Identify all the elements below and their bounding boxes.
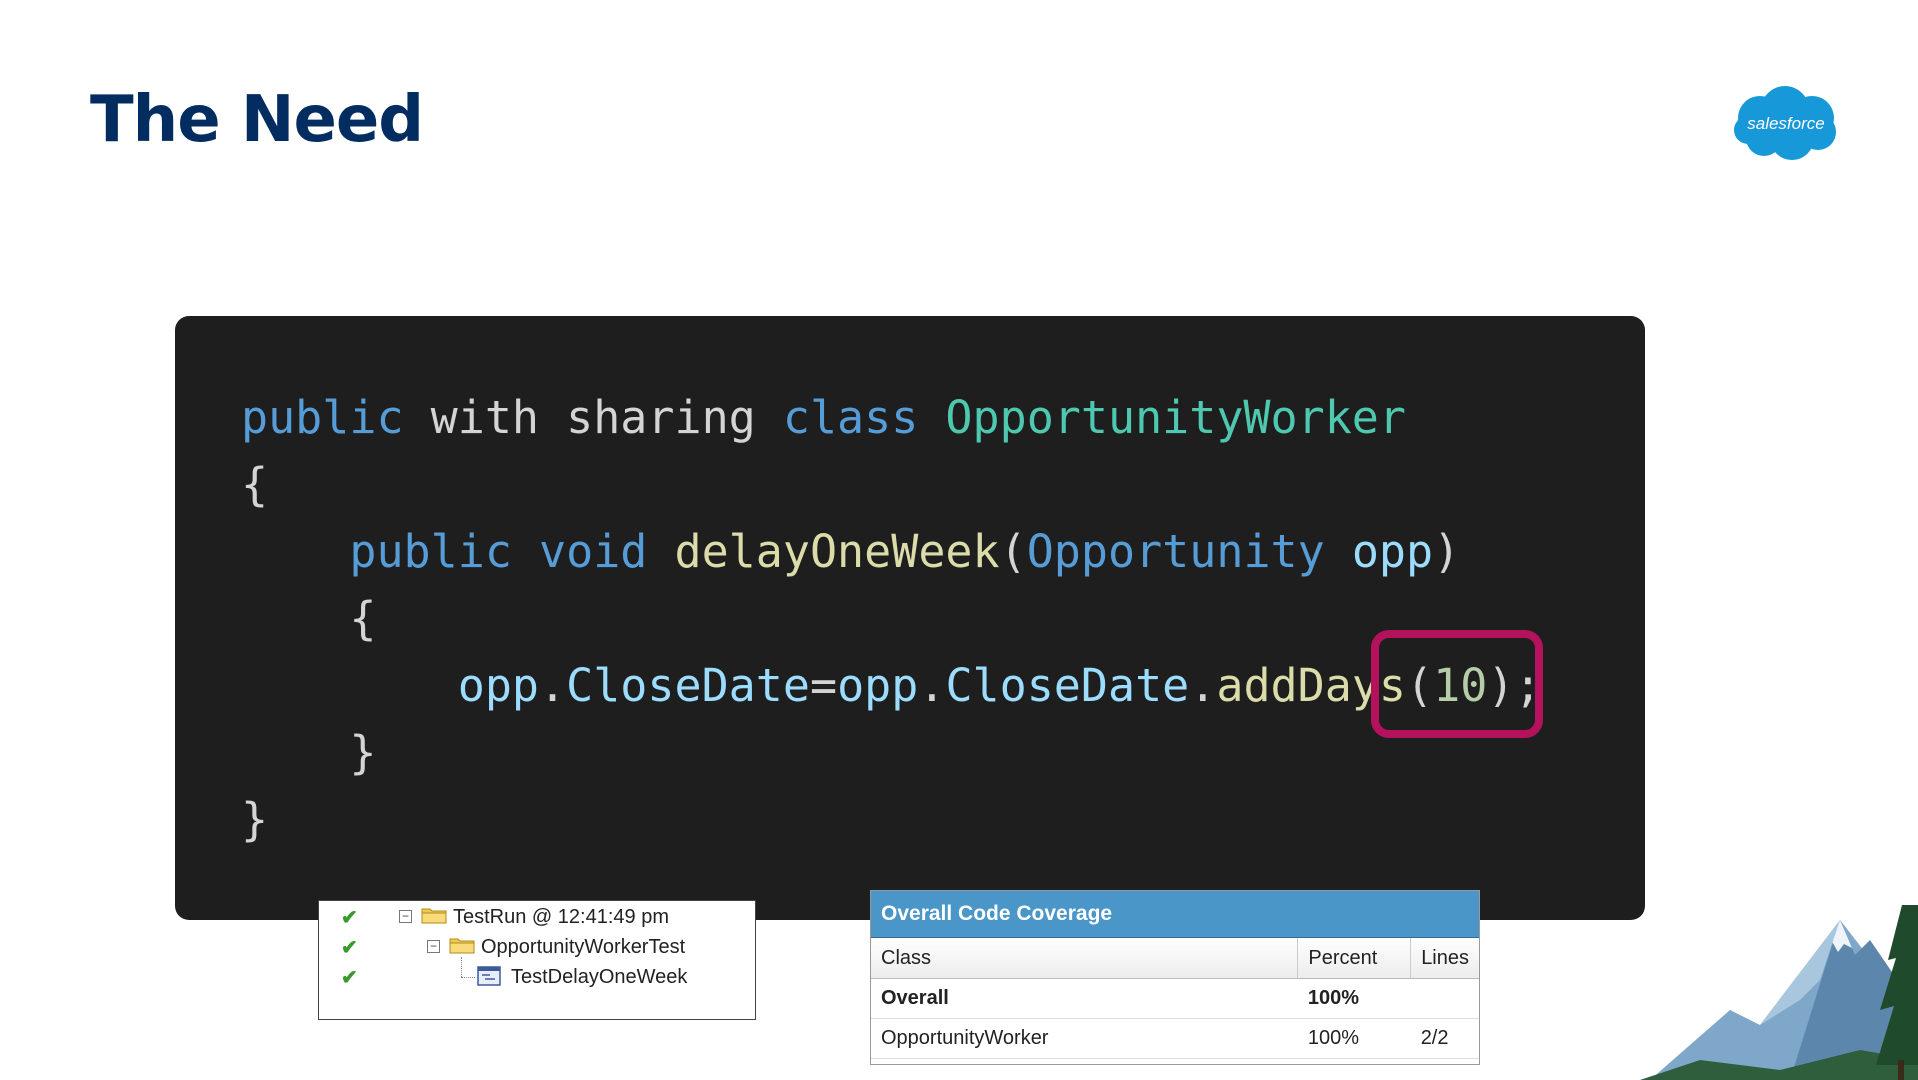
collapse-icon[interactable]: − [399,910,412,923]
cell-lines: 2/2 [1410,1018,1479,1059]
cell-class: OpportunityWorker [871,1018,1298,1059]
code-line: } [241,786,1542,853]
code-token: opp [837,659,919,712]
coverage-header-row: Class Percent Lines [871,938,1479,979]
check-icon: ✔ [341,937,358,959]
code-line: opp.CloseDate=opp.CloseDate.addDays(10); [241,652,1542,719]
folder-icon [449,938,475,954]
cell-class: Overall [871,978,1298,1019]
tree-row-test-method[interactable]: ✔ TestDelayOneWeek [319,957,755,991]
method-icon [477,966,501,986]
cell-lines [1410,978,1479,1019]
highlight-box [1371,630,1543,738]
code-panel: public with sharing class OpportunityWor… [175,316,1645,920]
tree-label-test-class: OpportunityWorkerTest [481,936,686,958]
code-line: { [241,451,1542,518]
table-row[interactable]: Overall 100% [871,978,1479,1019]
tree-connector [461,977,475,978]
logo-text: salesforce [1747,114,1824,133]
column-header-lines[interactable]: Lines [1410,938,1479,979]
check-icon: ✔ [341,967,358,989]
tree-connector [461,957,462,977]
code-token: public [349,525,512,578]
code-token: ) [1433,525,1461,578]
coverage-table: Class Percent Lines Overall 100% Opportu… [871,938,1479,1059]
code-line: public void delayOneWeek(Opportunity opp… [241,518,1542,585]
code-token: opp [1351,525,1434,578]
code-token: opp [457,659,540,712]
cell-percent: 100% [1297,978,1411,1019]
code-token: Opportunity [1026,525,1325,578]
slide-title: The Need [90,83,424,157]
code-token: . [1189,659,1217,712]
collapse-icon[interactable]: − [427,940,440,953]
column-header-percent[interactable]: Percent [1297,938,1412,979]
code-token: . [539,659,567,712]
tree-row-test-class[interactable]: ✔ − OpportunityWorkerTest [319,931,755,961]
code-token: class [782,391,919,444]
test-tree-panel: ✔ − TestRun @ 12:41:49 pm ✔ − Opportunit… [318,900,756,1020]
code-token: } [241,726,377,779]
code-token: { [241,458,269,511]
folder-icon [421,908,447,924]
code-line: public with sharing class OpportunityWor… [241,384,1542,451]
tree-label-testrun: TestRun @ 12:41:49 pm [453,906,669,928]
column-header-class[interactable]: Class [871,938,1299,979]
cell-percent: 100% [1297,1018,1411,1059]
code-token: { [241,592,377,645]
coverage-header: Overall Code Coverage [871,891,1479,938]
code-token: with sharing [403,391,783,444]
code-token: void [539,525,648,578]
code-token: OpportunityWorker [945,391,1406,444]
code-token: } [241,793,269,846]
code-token: CloseDate [945,659,1190,712]
code-token: public [241,391,404,444]
salesforce-logo: salesforce [1734,86,1836,160]
code-block: public with sharing class OpportunityWor… [241,384,1542,853]
code-token: = [809,659,838,712]
table-row[interactable]: OpportunityWorker 100% 2/2 [871,1018,1479,1059]
tree-row-testrun[interactable]: ✔ − TestRun @ 12:41:49 pm [319,901,755,931]
code-coverage-panel: Overall Code Coverage Class Percent Line… [870,890,1480,1065]
code-line: { [241,585,1542,652]
code-token: delayOneWeek [674,525,1000,578]
code-line: } [241,719,1542,786]
tree-label-test-method: TestDelayOneWeek [511,966,688,988]
code-token: . [918,659,946,712]
code-token: ( [999,525,1027,578]
mountain-illustration [1640,905,1918,1080]
code-token: CloseDate [566,659,810,712]
check-icon: ✔ [341,907,358,929]
